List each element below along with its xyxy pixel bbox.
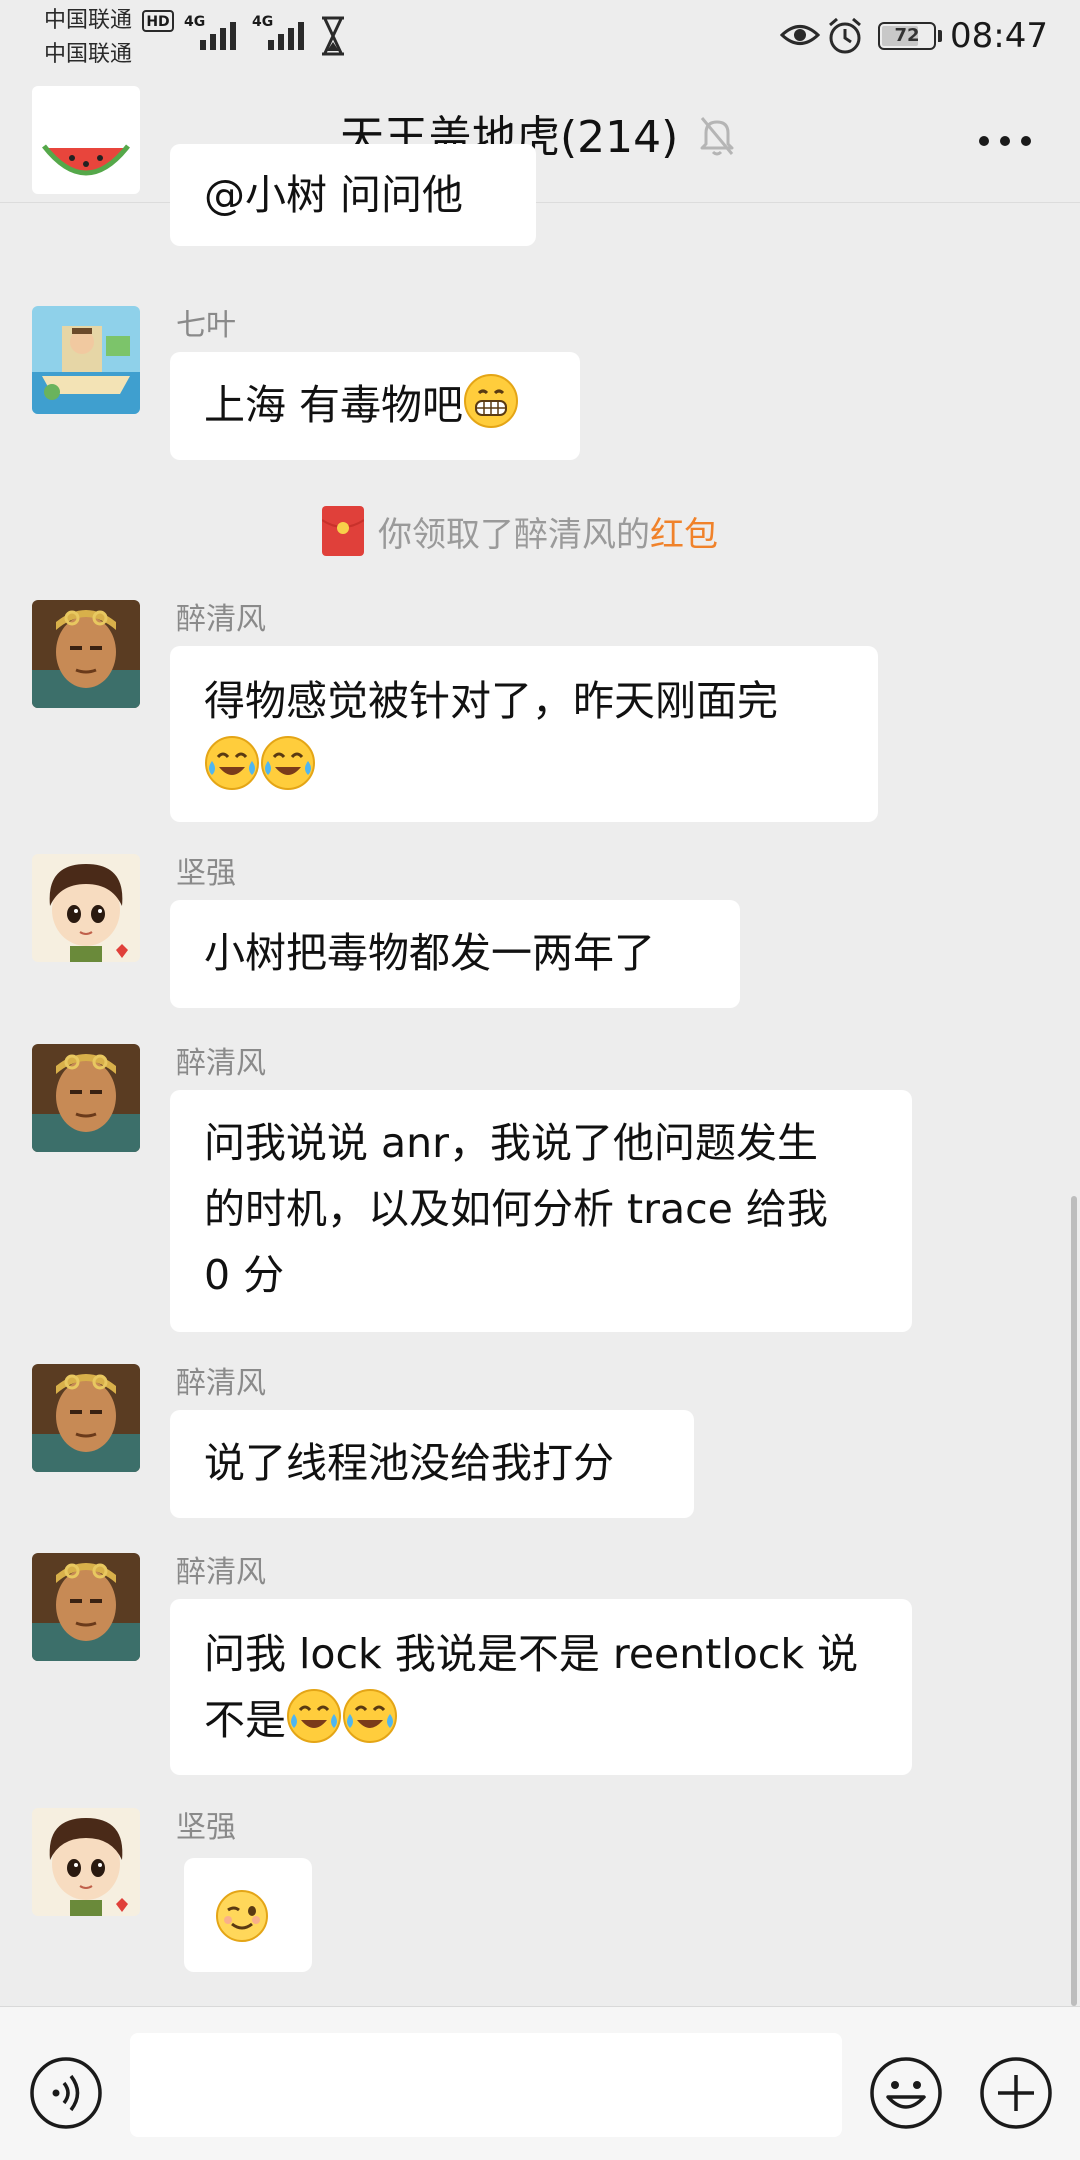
cartoon-boy-avatar[interactable] [32,854,140,962]
message-text: 得物感觉被针对了，昨天刚面完 [204,677,778,725]
monkey-king-avatar[interactable] [32,600,140,708]
crying-laugh-emoji [261,736,315,790]
input-bar [0,2006,1080,2160]
red-packet-icon [322,506,364,556]
sender-name: 坚强 [176,856,236,891]
sender-name: 醉清风 [176,1366,266,1401]
more-button[interactable] [970,116,1040,166]
message-text-line: 问我 lock 我说是不是 reentlock 说 [204,1630,859,1678]
message-text-line: 问我说说 anr，我说了他问题发生 [204,1119,818,1167]
signal-bars-icon [200,22,236,50]
sender-name: 醉清风 [176,1555,266,1590]
sender-name: 醉清风 [176,602,266,637]
sticker-bubble[interactable] [184,1858,312,1972]
message-bubble[interactable]: @小树 问问他 [170,144,536,246]
battery-tip [938,30,942,42]
status-time: 08:47 [950,16,1048,56]
monkey-king-avatar[interactable] [32,1044,140,1152]
hourglass-icon [322,16,344,56]
sender-name: 醉清风 [176,1046,266,1081]
scrollbar[interactable] [1071,1196,1077,2006]
watermelon-avatar[interactable] [32,86,140,194]
grin-emoji [464,374,519,428]
sender-name: 七叶 [176,308,236,343]
system-notice: 你领取了醉清风的红包 [322,506,718,562]
signal-bars-icon [268,22,304,50]
message-bubble[interactable]: 得物感觉被针对了，昨天刚面完 [170,646,878,822]
cartoon-boat-avatar[interactable] [32,306,140,414]
message-bubble[interactable]: 问我 lock 我说是不是 reentlock 说 不是 [170,1599,912,1775]
plus-circle-icon[interactable] [978,2055,1054,2131]
crying-laugh-emoji [343,1689,397,1743]
message-emojis [204,734,844,800]
message-text-line: 0 分 [204,1251,285,1299]
carrier-label-2: 中国联通 [44,42,133,67]
wink-emoji [216,1890,268,1942]
eye-icon [780,25,820,45]
message-bubble[interactable]: 上海 有毒物吧 [170,352,580,460]
message-text: 说了线程池没给我打分 [204,1439,614,1487]
hd-badge: HD [142,10,174,32]
message-text-line: 的时机，以及如何分析 trace 给我 [204,1185,828,1233]
message-text: @小树 问问他 [204,171,464,219]
crying-laugh-emoji [205,736,259,790]
battery-icon: 72 [878,22,936,50]
sender-name: 坚强 [176,1810,236,1845]
message-text-line: 不是 [204,1687,878,1753]
message-bubble[interactable]: 小树把毒物都发一两年了 [170,900,740,1008]
crying-laugh-emoji [287,1689,341,1743]
smiley-icon[interactable] [868,2055,944,2131]
message-bubble[interactable]: 说了线程池没给我打分 [170,1410,694,1518]
battery-percent: 72 [894,25,920,46]
carrier-label-1: 中国联通 [44,8,133,33]
bell-off-icon [700,117,734,156]
message-bubble[interactable]: 问我说说 anr，我说了他问题发生 的时机，以及如何分析 trace 给我 0 … [170,1090,912,1332]
alarm-clock-icon [829,17,861,54]
chat-screen: 中国联通 中国联通 HD 4G 4G 72 08:47 天王盖地虎(214) @… [0,0,1080,2160]
message-text: 小树把毒物都发一两年了 [204,929,655,977]
notice-text: 你领取了醉清风的 [378,515,650,555]
chat-header: 天王盖地虎(214) [0,72,1080,203]
red-packet-link[interactable]: 红包 [650,515,718,555]
monkey-king-avatar[interactable] [32,1364,140,1472]
message-text: 不是 [204,1696,286,1744]
status-bar: 中国联通 中国联通 HD 4G 4G 72 08:47 [0,0,1080,72]
monkey-king-avatar[interactable] [32,1553,140,1661]
voice-icon[interactable] [28,2055,104,2131]
message-input[interactable] [130,2033,842,2137]
message-text: 上海 有毒物吧 [204,381,464,429]
cartoon-boy-avatar[interactable] [32,1808,140,1916]
